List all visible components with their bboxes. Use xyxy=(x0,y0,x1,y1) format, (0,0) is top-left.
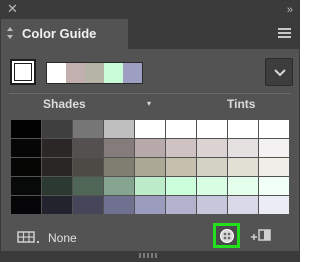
harmony-rules-dropdown[interactable] xyxy=(265,58,293,86)
variation-swatch[interactable] xyxy=(11,158,41,176)
variation-swatch[interactable] xyxy=(166,196,196,214)
color-guide-panel: ✕ » Color Guide Shades ▾ Tints None xyxy=(0,0,300,262)
edit-colors-button[interactable] xyxy=(213,223,240,248)
variation-swatch[interactable] xyxy=(42,120,72,138)
variation-swatch[interactable] xyxy=(228,196,258,214)
harmony-colors-strip[interactable] xyxy=(46,62,143,84)
panel-resize-bar xyxy=(1,251,299,261)
variation-row xyxy=(11,158,290,176)
variation-swatch[interactable] xyxy=(259,139,289,157)
variation-swatch[interactable] xyxy=(166,139,196,157)
variation-swatch[interactable] xyxy=(73,139,103,157)
variation-swatch[interactable] xyxy=(73,120,103,138)
variation-swatch[interactable] xyxy=(42,139,72,157)
variation-swatch[interactable] xyxy=(259,120,289,138)
swatch-library-limit[interactable]: None xyxy=(48,231,77,245)
variation-swatch[interactable] xyxy=(228,177,258,195)
variation-swatch[interactable] xyxy=(135,139,165,157)
variation-swatch[interactable] xyxy=(228,158,258,176)
variation-swatch[interactable] xyxy=(42,158,72,176)
panel-menu-icon[interactable] xyxy=(278,28,291,38)
harmony-swatch[interactable] xyxy=(123,63,142,83)
variation-swatch[interactable] xyxy=(104,120,134,138)
limit-to-swatch-library-icon[interactable] xyxy=(17,231,43,245)
base-color-swatch[interactable] xyxy=(10,59,36,85)
variation-swatch[interactable] xyxy=(135,120,165,138)
variation-swatch[interactable] xyxy=(11,120,41,138)
close-icon[interactable]: ✕ xyxy=(7,2,18,16)
harmony-swatch[interactable] xyxy=(85,63,104,83)
variation-swatch[interactable] xyxy=(135,177,165,195)
harmony-swatch[interactable] xyxy=(47,63,66,83)
variation-swatch[interactable] xyxy=(135,196,165,214)
variation-swatch[interactable] xyxy=(104,158,134,176)
variation-swatch[interactable] xyxy=(104,196,134,214)
variation-swatch[interactable] xyxy=(73,177,103,195)
variation-swatch[interactable] xyxy=(228,139,258,157)
variation-row xyxy=(11,120,290,138)
variation-swatch[interactable] xyxy=(73,158,103,176)
variation-row xyxy=(11,139,290,157)
variation-swatch[interactable] xyxy=(259,196,289,214)
panel-titlebar: ✕ » xyxy=(1,1,299,19)
panel-title: Color Guide xyxy=(22,26,97,41)
variation-swatch[interactable] xyxy=(166,177,196,195)
color-wheel-icon xyxy=(220,229,234,243)
tab-bar: Color Guide xyxy=(1,19,299,49)
resize-grip-icon[interactable] xyxy=(139,253,159,258)
variation-swatch[interactable] xyxy=(259,177,289,195)
variation-swatch[interactable] xyxy=(11,177,41,195)
shades-label: Shades xyxy=(43,97,86,111)
variation-swatch[interactable] xyxy=(259,158,289,176)
tints-label: Tints xyxy=(227,97,256,111)
collapse-icon[interactable]: » xyxy=(287,3,293,17)
variation-swatch[interactable] xyxy=(42,196,72,214)
variation-swatch[interactable] xyxy=(166,120,196,138)
variation-swatch[interactable] xyxy=(197,139,227,157)
variation-swatch[interactable] xyxy=(104,139,134,157)
harmony-swatch[interactable] xyxy=(104,63,123,83)
variation-swatch[interactable] xyxy=(197,196,227,214)
variation-swatch[interactable] xyxy=(135,158,165,176)
variation-swatch[interactable] xyxy=(228,120,258,138)
variation-swatch[interactable] xyxy=(42,177,72,195)
divider xyxy=(9,93,291,94)
harmony-swatch[interactable] xyxy=(66,63,85,83)
variation-row xyxy=(11,177,290,195)
tab-color-guide[interactable]: Color Guide xyxy=(1,19,129,49)
variation-swatch[interactable] xyxy=(197,120,227,138)
variation-swatch[interactable] xyxy=(197,177,227,195)
variation-swatch[interactable] xyxy=(11,196,41,214)
variation-swatch[interactable] xyxy=(104,177,134,195)
chevron-down-icon xyxy=(274,69,286,77)
variation-options-icon[interactable]: ▾ xyxy=(147,99,151,109)
variation-swatch[interactable] xyxy=(73,196,103,214)
color-variations-grid xyxy=(11,120,290,215)
tab-reorder-icon xyxy=(7,27,13,39)
variation-swatch[interactable] xyxy=(11,139,41,157)
variation-row xyxy=(11,196,290,214)
save-color-group-icon[interactable] xyxy=(250,228,272,242)
variation-swatch[interactable] xyxy=(197,158,227,176)
variation-swatch[interactable] xyxy=(166,158,196,176)
